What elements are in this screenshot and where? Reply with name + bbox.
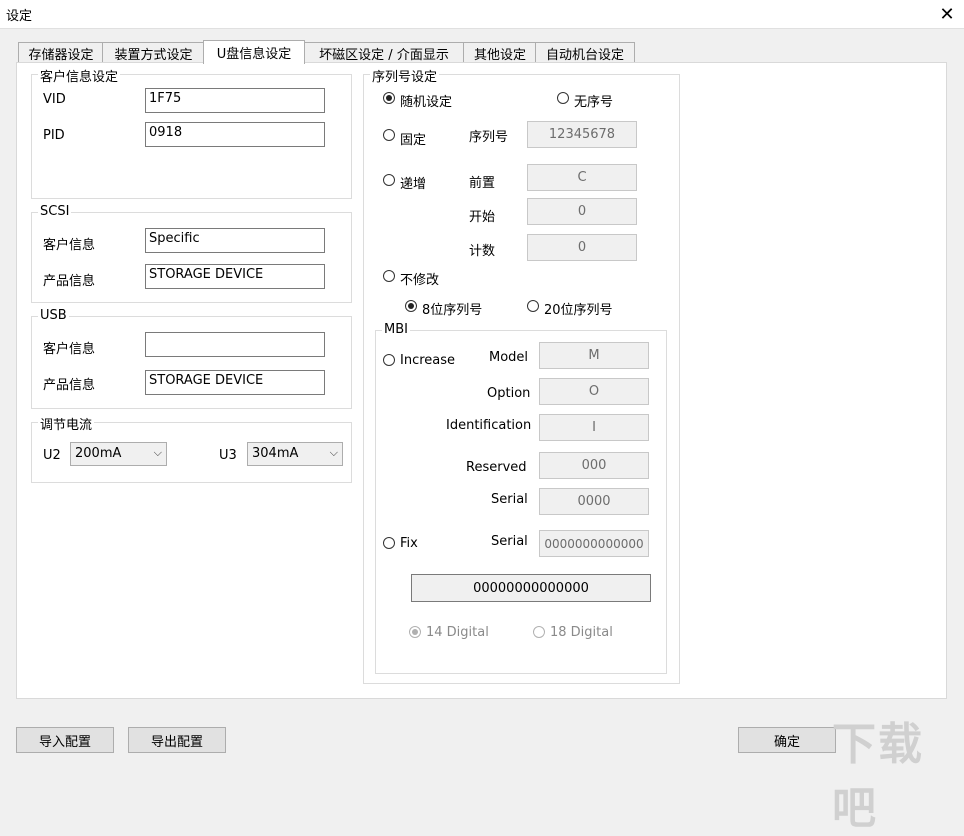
serial-label: 序列号设定 [370,66,440,85]
vid-input[interactable]: 1F75 [145,88,325,113]
scsi-group [31,212,352,303]
import-config-button[interactable]: 导入配置 [16,727,114,753]
pid-label: PID [43,128,65,143]
customer-info-label: 客户信息设定 [38,66,121,85]
tab-bad-block[interactable]: 坏磁区设定 / 介面显示 [303,42,465,63]
count-input[interactable]: 0 [527,234,637,261]
radio-8bit[interactable] [405,300,417,312]
identification-input[interactable]: I [539,414,649,441]
tab-storage[interactable]: 存储器设定 [18,42,104,63]
close-icon[interactable]: ✕ [930,2,964,26]
u2-select[interactable]: 200mA ⌵ [70,442,167,466]
digit14-label: 14 Digital [426,625,489,640]
u2-value: 200mA [75,446,122,461]
u3-label: U3 [219,448,237,463]
prefix-input[interactable]: C [527,164,637,191]
radio-14-digital[interactable] [409,626,421,638]
digit18-label: 18 Digital [550,625,613,640]
increment-label: 递增 [400,177,427,192]
usb-group [31,316,352,409]
u3-select[interactable]: 304mA ⌵ [247,442,343,466]
vid-label: VID [43,92,66,107]
option-input[interactable]: O [539,378,649,405]
model-label: Model [489,350,529,365]
chevron-down-icon: ⌵ [329,446,338,459]
fix-label: Fix [400,536,418,551]
mbi-result-field[interactable]: 00000000000000 [411,574,651,602]
tab-other[interactable]: 其他设定 [463,42,537,63]
usb-customer-label: 客户信息 [43,342,96,357]
window-title: 设定 [6,9,33,24]
usb-label: USB [38,308,69,323]
scsi-label: SCSI [38,204,72,219]
radio-none[interactable] [557,92,569,104]
mbi-serial-label: Serial [491,492,528,507]
mbi-serial-input[interactable]: 0000 [539,488,649,515]
radio-fixed[interactable] [383,129,395,141]
none-label: 无序号 [574,95,614,110]
scsi-product-label: 产品信息 [43,274,96,289]
scsi-customer-label: 客户信息 [43,238,96,253]
option-label: Option [487,386,531,401]
serial-number-label: 序列号 [469,130,509,145]
radio-nochange[interactable] [383,270,395,282]
random-label: 随机设定 [400,95,453,110]
scsi-customer-input[interactable]: Specific [145,228,325,253]
usb-customer-input[interactable] [145,332,325,357]
export-config-button[interactable]: 导出配置 [128,727,226,753]
prefix-label: 前置 [469,176,496,191]
radio-increase[interactable] [383,354,395,366]
title-bar: 设定 ✕ [0,0,964,29]
radio-increment[interactable] [383,174,395,186]
tab-udisk-info[interactable]: U盘信息设定 [203,40,305,64]
watermark-logo: 下载吧 [832,719,924,834]
start-input[interactable]: 0 [527,198,637,225]
increase-label: Increase [400,353,456,368]
model-input[interactable]: M [539,342,649,369]
bit20-label: 20位序列号 [544,303,613,318]
nochange-label: 不修改 [400,273,440,288]
fix-serial-label: Serial [491,534,528,549]
tab-auto-machine[interactable]: 自动机台设定 [535,42,635,63]
radio-20bit[interactable] [527,300,539,312]
usb-product-input[interactable]: STORAGE DEVICE [145,370,325,395]
usb-product-label: 产品信息 [43,378,96,393]
start-label: 开始 [469,210,496,225]
u3-value: 304mA [252,446,299,461]
bit8-label: 8位序列号 [422,303,483,318]
fixed-label: 固定 [400,133,427,148]
reserved-label: Reserved [466,460,527,475]
chevron-down-icon: ⌵ [153,446,162,459]
reserved-input[interactable]: 000 [539,452,649,479]
radio-random[interactable] [383,92,395,104]
u2-label: U2 [43,448,61,463]
radio-18-digital[interactable] [533,626,545,638]
mbi-label: MBI [382,322,410,337]
serial-number-input[interactable]: 12345678 [527,121,637,148]
count-label: 计数 [469,244,496,259]
radio-fix[interactable] [383,537,395,549]
current-label: 调节电流 [38,414,95,433]
identification-label: Identification [446,418,532,433]
ok-button[interactable]: 确定 [738,727,836,753]
fix-serial-input[interactable]: 0000000000000 [539,530,649,557]
pid-input[interactable]: 0918 [145,122,325,147]
scsi-product-input[interactable]: STORAGE DEVICE [145,264,325,289]
tab-device-mode[interactable]: 装置方式设定 [102,42,205,63]
